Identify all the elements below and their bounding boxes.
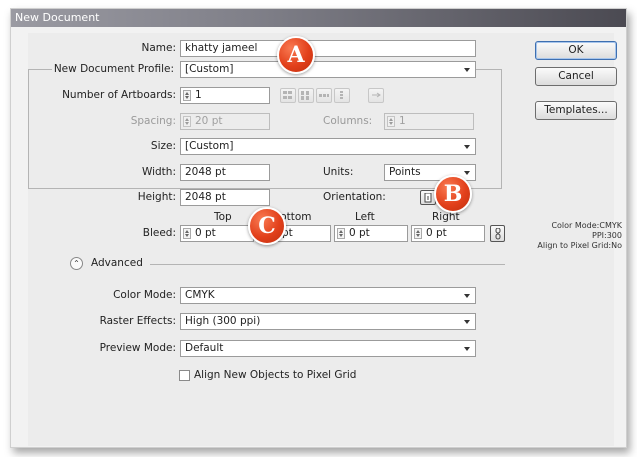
templates-button[interactable]: Templates... (535, 101, 617, 120)
profile-label: New Document Profile: (51, 63, 176, 75)
grid-by-row-icon[interactable] (280, 88, 296, 103)
spacing-input: 20 pt (180, 113, 270, 130)
bleed-top-input[interactable]: 0 pt (180, 225, 254, 242)
color-mode-select[interactable]: CMYK (180, 287, 476, 304)
height-input[interactable]: 2048 pt (180, 189, 270, 206)
arrange-by-column-icon[interactable] (334, 88, 350, 103)
size-label: Size: (150, 140, 176, 152)
summary-color-mode: Color Mode:CMYK (551, 221, 622, 230)
bleed-label: Bleed: (142, 227, 176, 239)
annotation-badge-b: B (434, 175, 472, 213)
height-label: Height: (137, 191, 176, 203)
spacing-value: 20 pt (195, 115, 223, 127)
profile-select[interactable]: [Custom] (180, 61, 476, 78)
spin-arrows-icon (387, 116, 395, 127)
window-title: New Document (15, 11, 100, 24)
dialog-frame: New Document Name: khatty jameel New Doc… (10, 8, 627, 448)
align-pixel-grid-checkbox[interactable] (179, 370, 190, 381)
name-label: Name: (141, 42, 176, 54)
spin-arrows-icon[interactable] (414, 228, 422, 239)
bleed-top-value: 0 pt (195, 227, 216, 239)
artboards-input[interactable]: 1 (180, 87, 270, 104)
preview-mode-select[interactable]: Default (180, 340, 476, 357)
cancel-button[interactable]: Cancel (535, 67, 617, 86)
bleed-left-value: 0 pt (349, 227, 370, 239)
spin-arrows-icon (183, 116, 191, 127)
arrange-by-row-icon[interactable] (316, 88, 332, 103)
summary-ppi: PPI:300 (592, 231, 622, 240)
bleed-right-input[interactable]: 0 pt (411, 225, 485, 242)
new-document-dialog: Name: khatty jameel New Document Profile… (28, 33, 622, 446)
right-to-left-icon[interactable] (368, 88, 384, 103)
columns-label: Columns: (323, 115, 373, 127)
columns-input: 1 (384, 113, 474, 130)
align-pixel-grid-label: Align New Objects to Pixel Grid (194, 369, 357, 381)
bleed-top-header: Top (214, 211, 232, 223)
name-input[interactable]: khatty jameel (180, 40, 476, 57)
raster-effects-label: Raster Effects: (99, 315, 176, 327)
units-label: Units: (323, 166, 354, 178)
chevron-up-circle-icon[interactable]: ⌃ (70, 257, 83, 270)
spacing-label: Spacing: (130, 115, 176, 127)
annotation-badge-c: C (248, 207, 286, 245)
raster-effects-select[interactable]: High (300 ppi) (180, 313, 476, 330)
spin-arrows-icon[interactable] (337, 228, 345, 239)
advanced-label: Advanced (91, 257, 143, 269)
grid-by-column-icon[interactable] (298, 88, 314, 103)
spin-arrows-icon[interactable] (183, 228, 191, 239)
bleed-right-value: 0 pt (426, 227, 447, 239)
spin-arrows-icon[interactable] (183, 90, 191, 101)
advanced-divider (150, 264, 505, 265)
width-label: Width: (141, 166, 176, 178)
preview-mode-label: Preview Mode: (99, 342, 176, 354)
artboards-value: 1 (195, 89, 202, 101)
bleed-left-input[interactable]: 0 pt (334, 225, 408, 242)
size-select[interactable]: [Custom] (180, 138, 476, 155)
document-summary: Color Mode:CMYK PPI:300 Align to Pixel G… (482, 221, 622, 251)
artboards-label: Number of Artboards: (62, 89, 176, 101)
ok-button[interactable]: OK (535, 41, 617, 60)
bleed-left-header: Left (355, 211, 375, 223)
annotation-badge-a: A (277, 36, 315, 74)
title-bar: New Document (11, 9, 626, 27)
color-mode-label: Color Mode: (113, 289, 176, 301)
summary-align: Align to Pixel Grid:No (537, 241, 622, 250)
width-input[interactable]: 2048 pt (180, 164, 270, 181)
columns-value: 1 (399, 115, 406, 127)
orientation-label: Orientation: (323, 191, 386, 203)
